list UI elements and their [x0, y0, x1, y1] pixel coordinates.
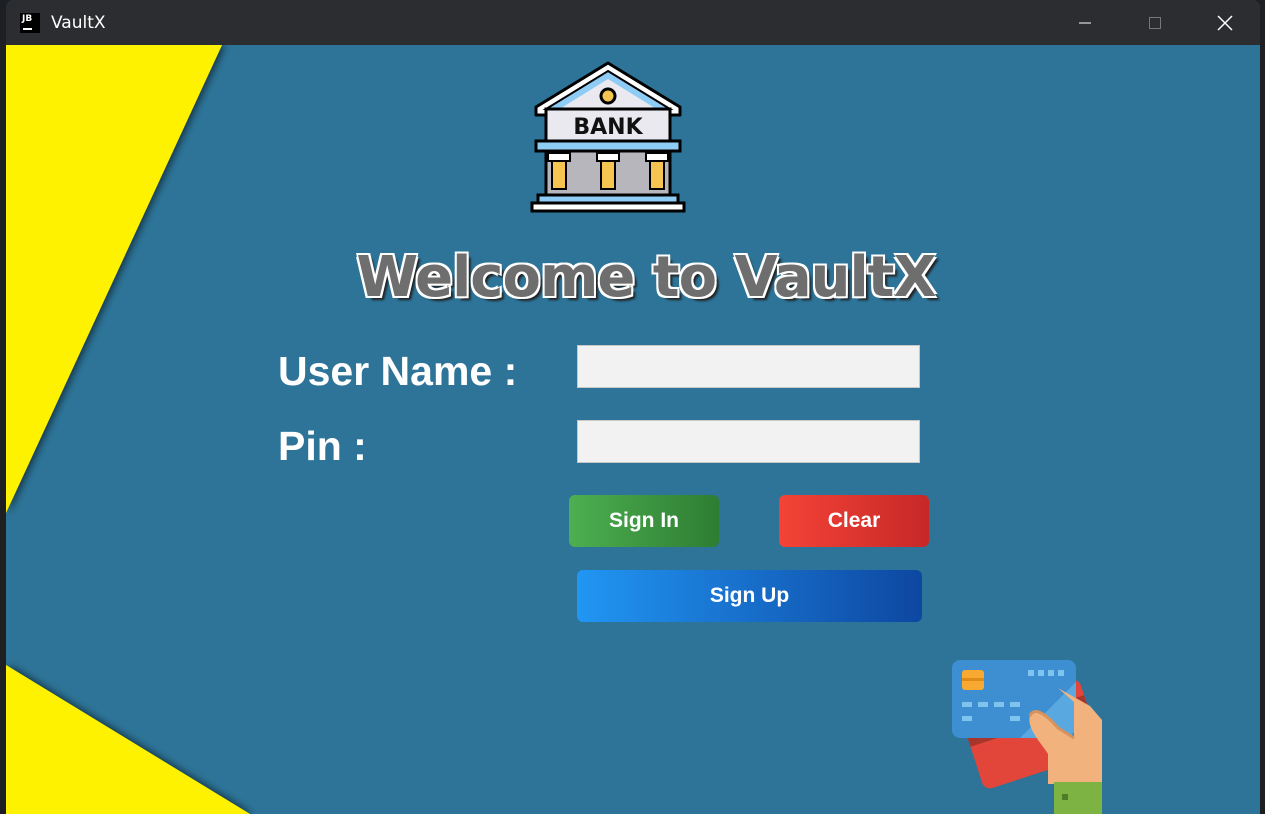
credit-card-hand-icon — [952, 660, 1102, 814]
close-icon — [1217, 14, 1233, 31]
username-label: User Name : — [278, 348, 518, 394]
minimize-icon — [1079, 22, 1091, 23]
title-bar: JB VaultX — [6, 0, 1260, 45]
bank-icon: BANK — [530, 61, 686, 213]
close-button[interactable] — [1195, 0, 1255, 45]
maximize-icon — [1149, 16, 1161, 29]
welcome-heading: Welcome to VaultX — [356, 245, 936, 310]
pin-label: Pin : — [278, 423, 367, 469]
minimize-button[interactable] — [1055, 0, 1115, 45]
username-input[interactable] — [577, 345, 920, 388]
pin-input[interactable] — [577, 420, 920, 463]
clear-button[interactable]: Clear — [779, 495, 929, 547]
app-window: JB VaultX BANK Welcome to VaultX User Na… — [6, 0, 1260, 814]
jb-app-icon: JB — [20, 12, 40, 33]
maximize-button[interactable] — [1125, 0, 1185, 45]
yellow-decoration — [6, 45, 250, 814]
sign-in-button[interactable]: Sign In — [569, 495, 719, 547]
sign-up-button[interactable]: Sign Up — [577, 570, 922, 622]
window-title: VaultX — [51, 12, 106, 33]
bank-logo-text: BANK — [573, 115, 643, 140]
login-panel: BANK Welcome to VaultX User Name : Pin :… — [6, 45, 1260, 814]
app-logo-text: JB — [22, 13, 33, 24]
